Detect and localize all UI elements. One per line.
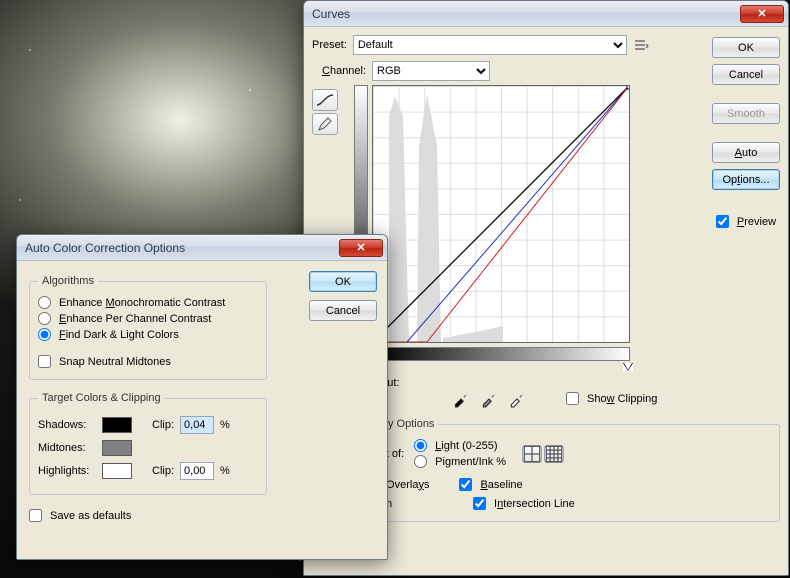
show-clipping-checkbox[interactable]: Show Clipping xyxy=(566,392,657,405)
pigment-radio[interactable]: Pigment/Ink % xyxy=(414,455,506,468)
intersection-checkbox[interactable]: Intersection Line xyxy=(473,497,575,510)
preview-checkbox[interactable]: Preview xyxy=(716,215,776,228)
curve-grid[interactable] xyxy=(372,85,630,343)
close-button[interactable]: ✕ xyxy=(339,239,383,257)
highlights-swatch[interactable] xyxy=(102,463,132,479)
auto-color-dialog: Auto Color Correction Options ✕ Algorith… xyxy=(16,234,388,560)
preset-label: Preset: xyxy=(312,39,347,51)
shadows-label: Shadows: xyxy=(38,419,96,431)
highlights-clip-input[interactable] xyxy=(180,462,214,480)
preset-menu-icon[interactable] xyxy=(633,37,649,53)
target-legend: Target Colors & Clipping xyxy=(38,392,165,404)
auto-button[interactable]: Auto xyxy=(712,142,780,163)
preset-select[interactable]: Default xyxy=(353,35,627,55)
auto-titlebar[interactable]: Auto Color Correction Options ✕ xyxy=(17,235,387,261)
snap-midtones-checkbox[interactable]: Snap Neutral Midtones xyxy=(38,355,258,368)
close-icon: ✕ xyxy=(757,7,766,20)
clip-label-2: Clip: xyxy=(152,465,174,477)
enhance-mono-radio[interactable]: Enhance Monochromatic Contrast xyxy=(38,296,258,309)
highlights-label: Highlights: xyxy=(38,465,96,477)
target-fieldset: Target Colors & Clipping Shadows: Clip: … xyxy=(29,392,267,495)
enhance-per-radio[interactable]: Enhance Per Channel Contrast xyxy=(38,312,258,325)
curve-graph[interactable]: Input: xyxy=(372,85,630,343)
midtones-label: Midtones: xyxy=(38,442,96,454)
close-icon: ✕ xyxy=(356,241,365,254)
channel-label: Channel: xyxy=(322,65,366,77)
gray-eyedropper-icon[interactable] xyxy=(480,390,498,408)
close-button[interactable]: ✕ xyxy=(740,5,784,23)
cancel-button[interactable]: Cancel xyxy=(712,64,780,85)
ok-button[interactable]: OK xyxy=(712,37,780,58)
shadows-clip-input[interactable] xyxy=(180,416,214,434)
midtones-swatch[interactable] xyxy=(102,440,132,456)
input-gradient xyxy=(372,347,630,361)
curves-title: Curves xyxy=(312,7,740,21)
auto-cancel-button[interactable]: Cancel xyxy=(309,300,377,321)
percent-label-2: % xyxy=(220,465,230,477)
pencil-tool-icon[interactable] xyxy=(312,113,338,135)
algorithms-fieldset: Algorithms Enhance Monochromatic Contras… xyxy=(29,275,267,380)
grid-simple-icon[interactable] xyxy=(522,445,542,463)
baseline-checkbox[interactable]: Baseline xyxy=(459,478,522,491)
curve-tool-icon[interactable] xyxy=(312,89,338,111)
light-radio[interactable]: Light (0-255) xyxy=(414,439,506,452)
grid-detailed-icon[interactable] xyxy=(544,445,564,463)
save-defaults-checkbox[interactable]: Save as defaults xyxy=(29,509,375,522)
auto-ok-button[interactable]: OK xyxy=(309,271,377,292)
shadows-swatch[interactable] xyxy=(102,417,132,433)
clip-label: Clip: xyxy=(152,419,174,431)
histogram-icon xyxy=(373,86,629,342)
black-eyedropper-icon[interactable] xyxy=(452,390,470,408)
white-eyedropper-icon[interactable] xyxy=(508,390,526,408)
percent-label: % xyxy=(220,419,230,431)
auto-title: Auto Color Correction Options xyxy=(25,241,339,255)
smooth-button[interactable]: Smooth xyxy=(712,103,780,124)
options-button[interactable]: Options... xyxy=(712,169,780,190)
algorithms-legend: Algorithms xyxy=(38,275,98,287)
find-dark-radio[interactable]: Find Dark & Light Colors xyxy=(38,328,258,341)
curves-titlebar[interactable]: Curves ✕ xyxy=(304,1,788,27)
channel-select[interactable]: RGB xyxy=(372,61,490,81)
white-point-slider[interactable] xyxy=(623,363,633,371)
